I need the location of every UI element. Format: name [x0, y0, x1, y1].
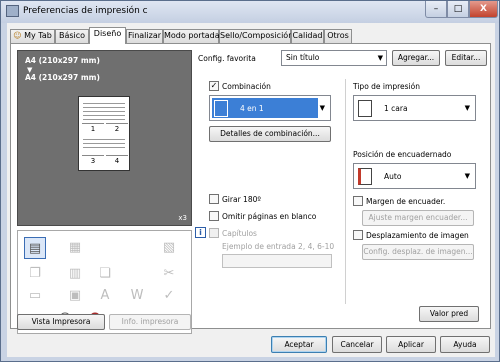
watermark-icon[interactable]: W [126, 285, 148, 307]
dialog-client-area: ☺ My Tab Básico Diseño Finalizar Modo po… [7, 23, 495, 357]
info-icon: i [195, 227, 206, 238]
default-values-button[interactable]: Valor pred [419, 306, 479, 322]
combination-checkbox[interactable]: ✓ [209, 81, 219, 91]
help-button[interactable]: Ayuda [440, 336, 490, 353]
dropdown-arrow-icon: ▼ [464, 104, 470, 112]
copies-icon[interactable]: ❏ [94, 263, 116, 285]
maximize-button[interactable]: □ [447, 1, 469, 18]
printer-app-icon [6, 5, 19, 17]
combination-label: Combinación [222, 82, 271, 91]
my-tab-user-icon: ☺ [13, 31, 22, 40]
letter-a-icon[interactable]: A [94, 285, 116, 307]
preview-page-number: 3 [82, 155, 104, 167]
single-sided-icon [358, 100, 372, 117]
tab-sello-composicion[interactable]: Sello/Composición [219, 29, 293, 43]
binding-edge-icon [358, 168, 372, 185]
copies-count: x3 [178, 214, 187, 222]
binding-margin-adjust-button[interactable]: Ajuste margen encuader... [362, 210, 474, 226]
edit-favorite-button[interactable]: Editar... [445, 50, 487, 66]
tab-my-tab[interactable]: ☺ My Tab [10, 29, 55, 43]
print-preview: A4 (210x297 mm) ▼ A4 (210x297 mm) 1 2 3 … [17, 50, 192, 226]
tab-diseno[interactable]: Diseño [89, 27, 126, 44]
booklet-icon[interactable]: ▦ [64, 237, 86, 259]
chapters-label: Capítulos [222, 229, 257, 238]
dropdown-arrow-icon: ▼ [319, 104, 325, 112]
chapters-checkbox[interactable] [209, 228, 219, 238]
close-button[interactable]: X [469, 1, 498, 18]
add-favorite-button[interactable]: Agregar... [392, 50, 440, 66]
printer-view-button[interactable]: Vista Impresora [17, 314, 105, 330]
paper-size-original: A4 (210x297 mm) [25, 56, 100, 65]
print-type-select[interactable]: 1 cara ▼ [353, 95, 476, 121]
minimize-button[interactable]: – [425, 1, 447, 18]
layout-panel: A4 (210x297 mm) ▼ A4 (210x297 mm) 1 2 3 … [10, 43, 491, 334]
ok-icon[interactable]: ✓ [158, 285, 180, 307]
chapters-example-hint: Ejemplo de entrada 2, 4, 6-10 [222, 242, 335, 251]
window-title: Preferencias de impresión c [23, 6, 148, 16]
n-up-layout-icon [214, 100, 228, 117]
tab-otros[interactable]: Otros [324, 29, 352, 43]
image-shift-label: Desplazamiento de imagen [366, 231, 469, 240]
rotate-180-checkbox[interactable] [209, 194, 219, 204]
title-bar: Preferencias de impresión c – □ X [1, 1, 499, 23]
tab-modo-portada[interactable]: Modo portada [163, 29, 220, 43]
skip-blank-pages-checkbox[interactable] [209, 211, 219, 221]
duplex-icon[interactable]: ❐ [24, 263, 46, 285]
column-separator [345, 79, 346, 304]
print-type-label: Tipo de impresión [353, 82, 420, 91]
combine-icon[interactable]: ▥ [64, 263, 86, 285]
layout-view-icon[interactable]: ▤ [24, 237, 46, 259]
tab-calidad[interactable]: Calidad [291, 29, 324, 43]
binding-margin-checkbox[interactable] [353, 196, 363, 206]
tab-basico[interactable]: Básico [55, 29, 89, 43]
printer-info-button[interactable]: Info. impresora [109, 314, 191, 330]
binding-icon[interactable]: ▧ [158, 237, 180, 259]
preview-page-number: 1 [82, 123, 104, 135]
image-shift-checkbox[interactable] [353, 230, 363, 240]
staple-icon[interactable]: ✂ [158, 263, 180, 285]
preview-page: 1 2 3 4 [78, 96, 130, 171]
layers-icon[interactable]: ▣ [64, 285, 86, 307]
preview-page-number: 2 [106, 123, 128, 135]
print-preferences-window: Preferencias de impresión c – □ X ☺ My T… [0, 0, 500, 362]
favorites-select[interactable]: Sin título ▼ [281, 50, 387, 66]
preview-page-number: 4 [106, 155, 128, 167]
binding-position-label: Posición de encuadernado [353, 150, 452, 159]
paper-size-output: A4 (210x297 mm) [25, 73, 100, 82]
combination-select[interactable]: 4 en 1 ▼ [209, 95, 331, 121]
chapters-input[interactable] [222, 254, 332, 268]
dropdown-arrow-icon: ▼ [464, 172, 470, 180]
skip-blank-pages-label: Omitir páginas en blanco [222, 212, 317, 221]
dropdown-arrow-icon: ▼ [377, 54, 383, 62]
binding-margin-label: Margen de encuader. [366, 197, 446, 206]
image-shift-config-button[interactable]: Config. desplaz. de imagen... [362, 244, 474, 260]
ok-button[interactable]: Aceptar [271, 336, 327, 353]
apply-button[interactable]: Aplicar [386, 336, 436, 353]
paper-icon[interactable]: ▭ [24, 285, 46, 307]
combination-details-button[interactable]: Detalles de combinación... [209, 126, 331, 142]
favorites-label: Config. favorita [198, 54, 256, 63]
binding-position-select[interactable]: Auto ▼ [353, 163, 476, 189]
tab-finalizar[interactable]: Finalizar [126, 29, 163, 43]
cancel-button[interactable]: Cancelar [332, 336, 382, 353]
rotate-180-label: Girar 180º [222, 195, 261, 204]
